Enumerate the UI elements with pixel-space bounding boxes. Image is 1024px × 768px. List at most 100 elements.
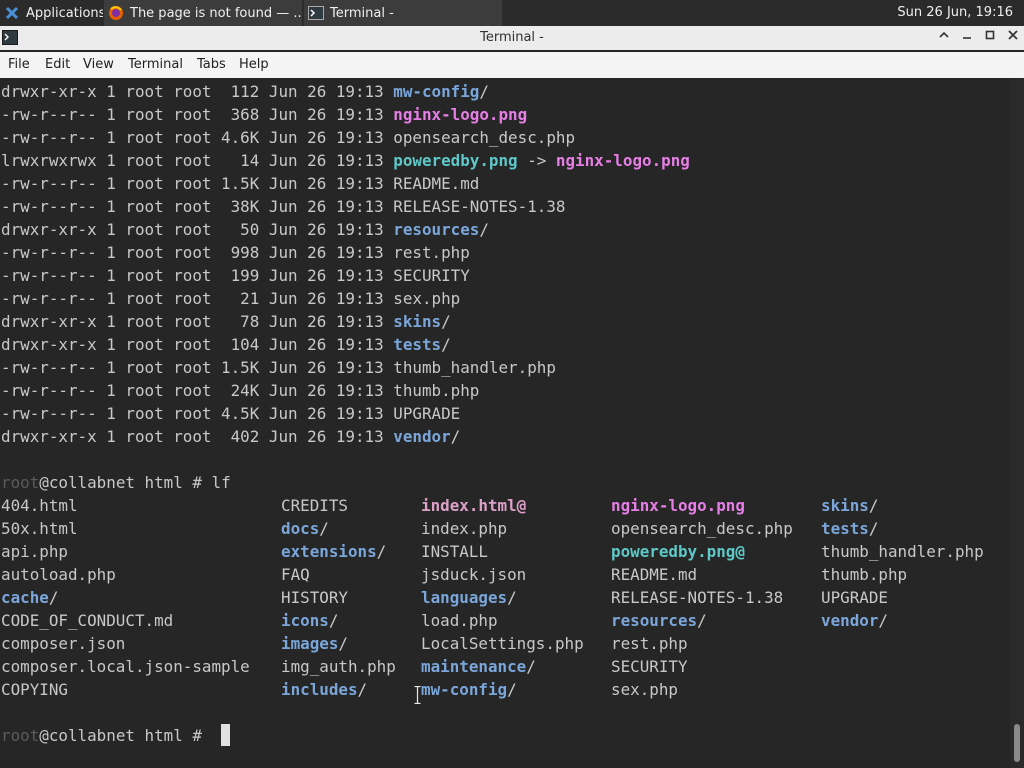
listing-row: -rw-r--r-- 1 root root 1.5K Jun 26 19:13… xyxy=(1,356,556,379)
file-attributes: drwxr-xr-x 1 root root 112 Jun 26 19:13 xyxy=(1,82,394,101)
shell-prompt: root@collabnet html # lf xyxy=(1,471,231,494)
file-name: maintenance xyxy=(421,657,527,676)
file-suffix: / xyxy=(357,680,368,699)
file-entry: autoload.php xyxy=(1,563,116,586)
file-entry: extensions/ xyxy=(281,540,386,563)
menu-tabs[interactable]: Tabs xyxy=(197,52,226,78)
top-panel: Applications The page is not found — ...… xyxy=(0,0,1024,26)
file-attributes: -rw-r--r-- 1 root root 4.6K Jun 26 19:13 xyxy=(1,128,394,147)
file-entry: thumb_handler.php xyxy=(821,540,984,563)
file-entry: README.md xyxy=(611,563,697,586)
menu-edit[interactable]: Edit xyxy=(45,52,70,78)
file-entry: languages/ xyxy=(421,586,517,609)
applications-icon xyxy=(4,5,20,21)
file-name: icons xyxy=(281,611,329,630)
file-name: composer.local.json-sample xyxy=(1,657,250,676)
file-name: vendor xyxy=(821,611,879,630)
file-name: opensearch_desc.php xyxy=(611,519,793,538)
taskbar-item-label: Terminal - xyxy=(330,5,394,21)
file-name: vendor xyxy=(393,427,451,446)
file-name: nginx-logo.png xyxy=(393,105,528,124)
shade-button[interactable] xyxy=(935,29,953,47)
text-cursor xyxy=(221,724,230,746)
file-name: tests xyxy=(393,335,442,354)
file-name: resources xyxy=(611,611,698,630)
file-name: sex.php xyxy=(393,289,461,308)
file-name: UPGRADE xyxy=(393,404,461,423)
file-entry: icons/ xyxy=(281,609,338,632)
file-attributes: -rw-r--r-- 1 root root 21 Jun 26 19:13 xyxy=(1,289,394,308)
file-name: poweredby.png xyxy=(611,542,736,561)
menu-help[interactable]: Help xyxy=(239,52,269,78)
file-suffix: / xyxy=(376,542,387,561)
file-attributes: -rw-r--r-- 1 root root 199 Jun 26 19:13 xyxy=(1,266,394,285)
taskbar-item-browser[interactable]: The page is not found — ... xyxy=(104,0,302,26)
file-name: README.md xyxy=(611,565,698,584)
symlink-arrow: -> xyxy=(517,151,556,170)
file-name: thumb.php xyxy=(821,565,908,584)
listing-row: drwxr-xr-x 1 root root 112 Jun 26 19:13 … xyxy=(1,80,489,103)
file-name: CODE_OF_CONDUCT.md xyxy=(1,611,174,630)
file-attributes: drwxr-xr-x 1 root root 402 Jun 26 19:13 xyxy=(1,427,394,446)
file-suffix: / xyxy=(441,335,451,354)
clock[interactable]: Sun 26 Jun, 19:16 xyxy=(897,0,1013,26)
file-entry: opensearch_desc.php xyxy=(611,517,793,540)
maximize-button[interactable] xyxy=(981,29,999,47)
menu-terminal[interactable]: Terminal xyxy=(128,52,183,78)
close-button[interactable] xyxy=(1004,29,1022,47)
file-entry: images/ xyxy=(281,632,348,655)
file-name: jsduck.json xyxy=(421,565,527,584)
window-titlebar[interactable]: Terminal - xyxy=(0,26,1024,50)
file-entry: docs/ xyxy=(281,517,329,540)
file-entry: api.php xyxy=(1,540,68,563)
file-name: HISTORY xyxy=(281,588,348,607)
file-entry: INSTALL xyxy=(421,540,488,563)
listing-row: -rw-r--r-- 1 root root 1.5K Jun 26 19:13… xyxy=(1,172,479,195)
file-entry: rest.php xyxy=(611,632,688,655)
file-name: load.php xyxy=(421,611,498,630)
listing-row: drwxr-xr-x 1 root root 78 Jun 26 19:13 s… xyxy=(1,310,451,333)
listing-row: -rw-r--r-- 1 root root 4.6K Jun 26 19:13… xyxy=(1,126,575,149)
file-name: opensearch_desc.php xyxy=(393,128,576,147)
file-suffix: / xyxy=(441,312,451,331)
file-attributes: -rw-r--r-- 1 root root 1.5K Jun 26 19:13 xyxy=(1,174,394,193)
listing-row: -rw-r--r-- 1 root root 199 Jun 26 19:13 … xyxy=(1,264,470,287)
file-suffix: / xyxy=(319,519,329,538)
minimize-button[interactable] xyxy=(958,29,976,47)
menu-file[interactable]: File xyxy=(8,52,30,78)
taskbar-item-terminal[interactable]: Terminal - xyxy=(304,0,502,26)
listing-row: lrwxrwxrwx 1 root root 14 Jun 26 19:13 p… xyxy=(1,149,690,172)
listing-row: drwxr-xr-x 1 root root 402 Jun 26 19:13 … xyxy=(1,425,460,448)
file-attributes: drwxr-xr-x 1 root root 78 Jun 26 19:13 xyxy=(1,312,394,331)
file-entry: 50x.html xyxy=(1,517,78,540)
applications-label: Applications xyxy=(26,5,103,21)
file-name: img_auth.php xyxy=(281,657,396,676)
file-attributes: -rw-r--r-- 1 root root 998 Jun 26 19:13 xyxy=(1,243,394,262)
file-name: index.php xyxy=(421,519,508,538)
listing-row: -rw-r--r-- 1 root root 24K Jun 26 19:13 … xyxy=(1,379,479,402)
prompt-dir: html # xyxy=(134,726,212,745)
file-entry: jsduck.json xyxy=(421,563,526,586)
file-entry: resources/ xyxy=(611,609,707,632)
scrollbar-thumb[interactable] xyxy=(1014,724,1020,762)
file-attributes: -rw-r--r-- 1 root root 38K Jun 26 19:13 xyxy=(1,197,394,216)
prompt-host: @collabnet xyxy=(39,473,135,492)
minimize-icon xyxy=(963,37,971,39)
file-suffix: @ xyxy=(735,542,745,561)
file-suffix: / xyxy=(479,220,489,239)
file-suffix: / xyxy=(868,496,879,515)
file-name: skins xyxy=(393,312,442,331)
file-suffix: / xyxy=(878,611,888,630)
applications-menu[interactable]: Applications xyxy=(0,0,103,26)
maximize-icon xyxy=(985,30,995,40)
firefox-icon xyxy=(108,5,124,21)
file-attributes: -rw-r--r-- 1 root root 368 Jun 26 19:13 xyxy=(1,105,394,124)
file-name: 50x.html xyxy=(1,519,78,538)
menu-view[interactable]: View xyxy=(83,52,114,78)
scrollbar[interactable] xyxy=(1010,78,1024,768)
file-entry: COPYING xyxy=(1,678,68,701)
file-suffix: @ xyxy=(516,496,527,515)
listing-row: -rw-r--r-- 1 root root 38K Jun 26 19:13 … xyxy=(1,195,565,218)
file-name: mw-config xyxy=(421,680,508,699)
file-suffix: / xyxy=(526,657,536,676)
